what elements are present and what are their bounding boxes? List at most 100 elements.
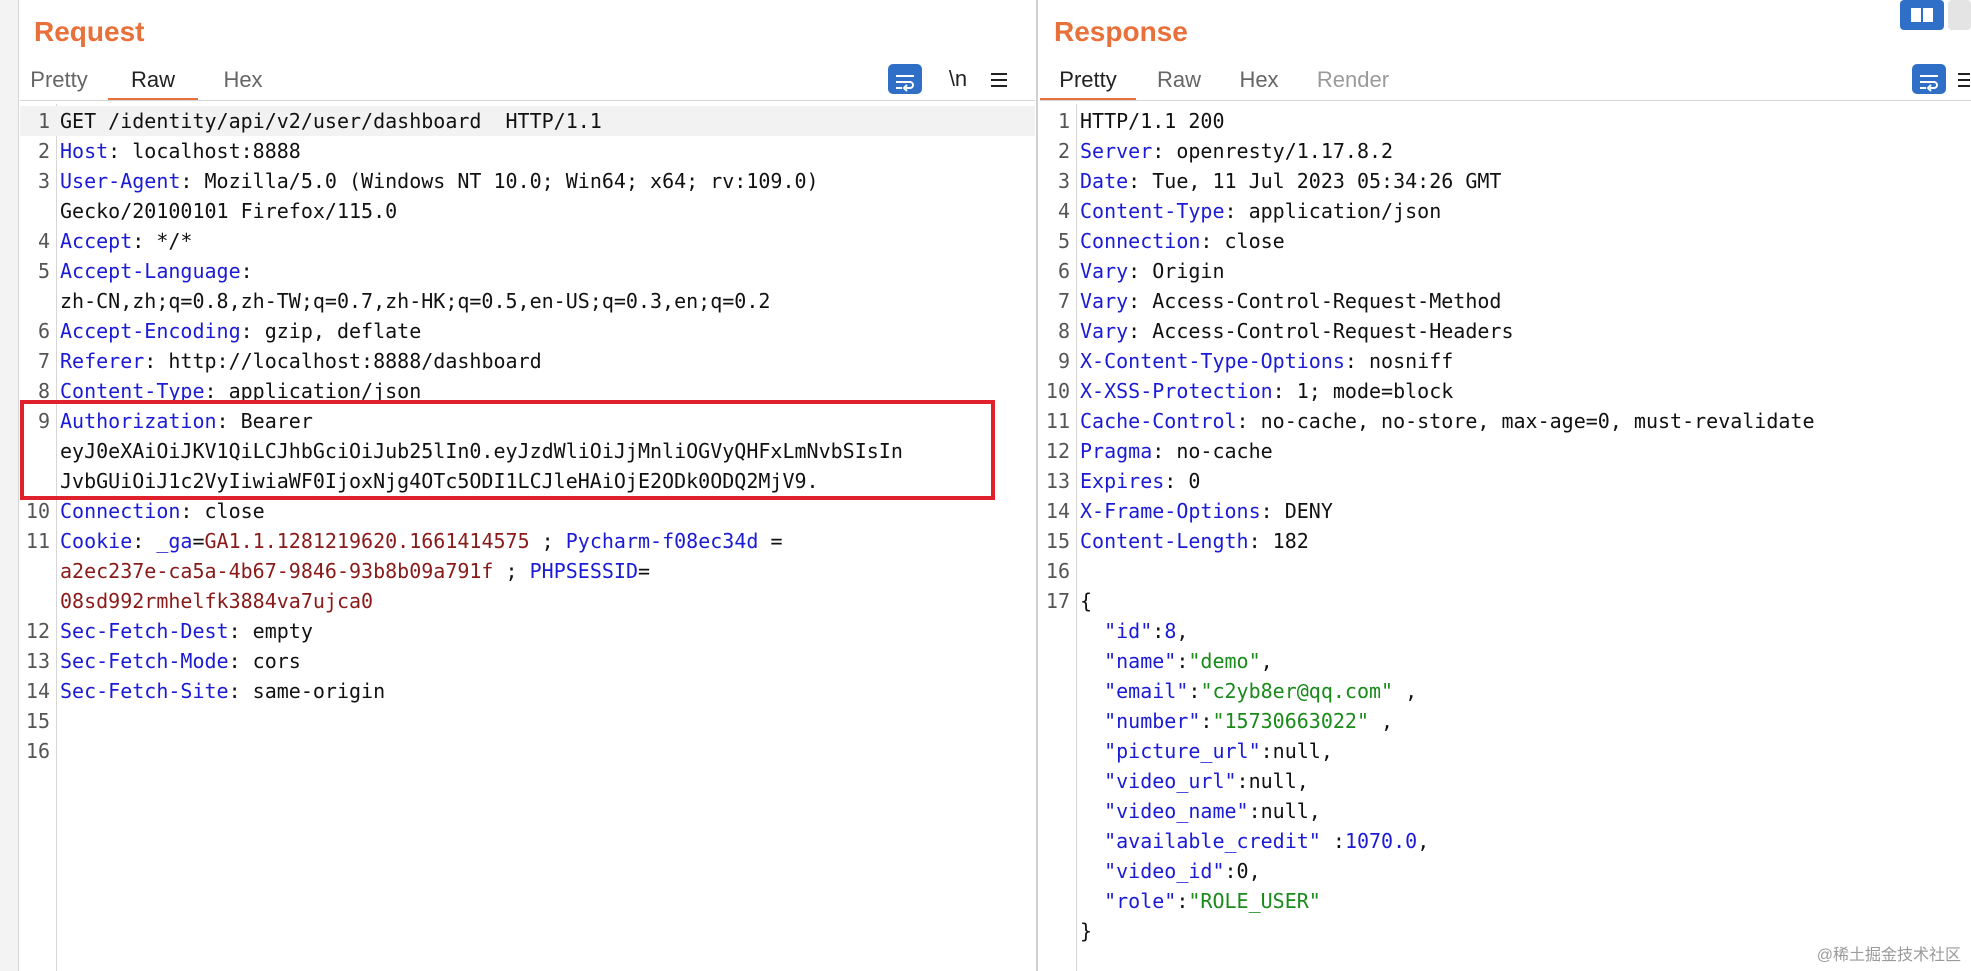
token: GET /identity/api/v2/user/dashboard HTTP… [60, 109, 602, 133]
token: : cors [228, 649, 301, 673]
line-content: "id":8, [1076, 616, 1188, 646]
response-tab-hex[interactable]: Hex [1224, 62, 1294, 98]
token: : DENY [1260, 499, 1333, 523]
token: : gzip, deflate [240, 319, 422, 343]
line-number: 8 [37, 379, 50, 403]
code-line: 3 Date: Tue, 11 Jul 2023 05:34:26 GMT [1040, 166, 1971, 196]
token: : Access-Control-Request-Headers [1128, 319, 1514, 343]
token: : Bearer [216, 409, 313, 433]
response-tab-raw[interactable]: Raw [1144, 62, 1214, 98]
code-line: 5 Accept-Language: [20, 256, 1035, 286]
token: Authorization [60, 409, 217, 433]
token: : [1152, 619, 1165, 643]
request-tab-hex[interactable]: Hex [208, 62, 278, 98]
line-content: "video_id":0, [1076, 856, 1261, 886]
token: a2ec237e-ca5a-4b67-9846-93b8b09a791f [60, 559, 494, 583]
line-number: 14 [25, 679, 50, 703]
code-line: eyJ0eXAiOiJKV1QiLCJhbGciOiJub25lIn0.eyJz… [20, 436, 1035, 466]
line-content: Date: Tue, 11 Jul 2023 05:34:26 GMT [1076, 166, 1501, 196]
token: Connection [1080, 229, 1201, 253]
watermark: @稀土掘金技术社区 [1816, 947, 1961, 964]
request-wrap-button[interactable] [888, 64, 922, 94]
line-number [20, 286, 56, 316]
response-editor[interactable]: 1 HTTP/1.1 200 2 Server: openresty/1.17.8.2… [1040, 106, 1971, 946]
line-number [20, 436, 56, 466]
line-number: 3 [37, 169, 50, 193]
line-content: "number":"15730663022" , [1076, 706, 1393, 736]
line-content: "picture_url":null, [1076, 736, 1333, 766]
token: Referer [60, 349, 145, 373]
request-pane: Request Pretty Raw Hex \n 1 GET /identity… [20, 0, 1035, 971]
line-content: Authorization: Bearer [56, 406, 313, 436]
request-menu-button[interactable] [982, 62, 1016, 96]
line-number [1040, 826, 1076, 856]
line-content: Accept: */* [56, 226, 192, 256]
response-wrap-button[interactable] [1912, 64, 1946, 94]
line-content: zh-CN,zh;q=0.8,zh-TW;q=0.7,zh-HK;q=0.5,e… [56, 286, 770, 316]
code-line: a2ec237e-ca5a-4b67-9846-93b8b09a791f ; P… [20, 556, 1035, 586]
line-content: HTTP/1.1 200 [1076, 106, 1225, 136]
line-number: 2 [37, 139, 50, 163]
layout-stack-button[interactable] [1948, 0, 1971, 30]
token: : 1; mode=block [1272, 379, 1454, 403]
line-number: 7 [37, 349, 50, 373]
line-content: "role":"ROLE_USER" [1076, 886, 1321, 916]
response-tab-pretty[interactable]: Pretty [1040, 62, 1136, 101]
token: : [132, 529, 157, 553]
token: Accept-Language [60, 259, 241, 283]
layout-split-button[interactable] [1900, 0, 1944, 30]
token: "video_url" [1104, 769, 1237, 793]
request-tab-separator [20, 100, 1035, 101]
token: , [1417, 829, 1430, 853]
code-line: JvbGUiOiJ1c2VyIiwiaWF0IjoxNjg4OTc5ODI1LC… [20, 466, 1035, 496]
code-line: 15 Content-Length: 182 [1040, 526, 1971, 556]
token: _ga [156, 529, 193, 553]
response-menu-button[interactable] [1956, 62, 1970, 96]
code-line: "available_credit" :1070.0, [1040, 826, 1971, 856]
request-editor[interactable]: 1 GET /identity/api/v2/user/dashboard HTT… [20, 106, 1035, 766]
line-content: User-Agent: Mozilla/5.0 (Windows NT 10.0… [56, 166, 819, 196]
token: Sec-Fetch-Dest [60, 619, 229, 643]
code-line: 6 Vary: Origin [1040, 256, 1971, 286]
line-number [1040, 616, 1076, 646]
response-tab-render[interactable]: Render [1308, 62, 1398, 98]
line-content: Sec-Fetch-Dest: empty [56, 616, 313, 646]
response-tabs: Pretty Raw Hex Render [1040, 62, 1971, 101]
token: HTTP/1.1 200 [1080, 109, 1225, 133]
code-line: 12 Pragma: no-cache [1040, 436, 1971, 466]
code-line: 4 Accept: */* [20, 226, 1035, 256]
token: : [1320, 829, 1345, 853]
token: Gecko/20100101 Firefox/115.0 [60, 199, 398, 223]
request-tab-raw[interactable]: Raw [108, 62, 198, 101]
line-content: eyJ0eXAiOiJKV1QiLCJhbGciOiJub25lIn0.eyJz… [56, 436, 903, 466]
token: "demo" [1188, 649, 1261, 673]
request-newline-toggle[interactable]: \n [938, 62, 978, 96]
token: , [1176, 619, 1189, 643]
pane-divider[interactable] [1036, 0, 1038, 971]
token: Content-Length [1080, 529, 1249, 553]
token: : [240, 259, 253, 283]
line-content: "available_credit" :1070.0, [1076, 826, 1429, 856]
token: Vary [1080, 319, 1129, 343]
token: "ROLE_USER" [1188, 889, 1321, 913]
text-wrap-icon [896, 75, 914, 92]
code-line: "video_name":null, [1040, 796, 1971, 826]
response-title: Response [1054, 16, 1188, 47]
code-line: Gecko/20100101 Firefox/115.0 [20, 196, 1035, 226]
token: : Tue, 11 Jul 2023 05:34:26 GMT [1128, 169, 1502, 193]
request-tab-pretty[interactable]: Pretty [20, 62, 98, 98]
token: : no-cache, no-store, max-age=0, must-re… [1236, 409, 1815, 433]
code-line: 6 Accept-Encoding: gzip, deflate [20, 316, 1035, 346]
code-line: "video_id":0, [1040, 856, 1971, 886]
line-number [1040, 856, 1076, 886]
code-line: 17 { [1040, 586, 1971, 616]
code-line: "role":"ROLE_USER" [1040, 886, 1971, 916]
token: ; [529, 529, 566, 553]
token: "email" [1104, 679, 1189, 703]
token: : no-cache [1152, 439, 1273, 463]
text-wrap-icon [1920, 75, 1938, 92]
code-line: "email":"c2yb8er@qq.com" , [1040, 676, 1971, 706]
token: ; [493, 559, 530, 583]
